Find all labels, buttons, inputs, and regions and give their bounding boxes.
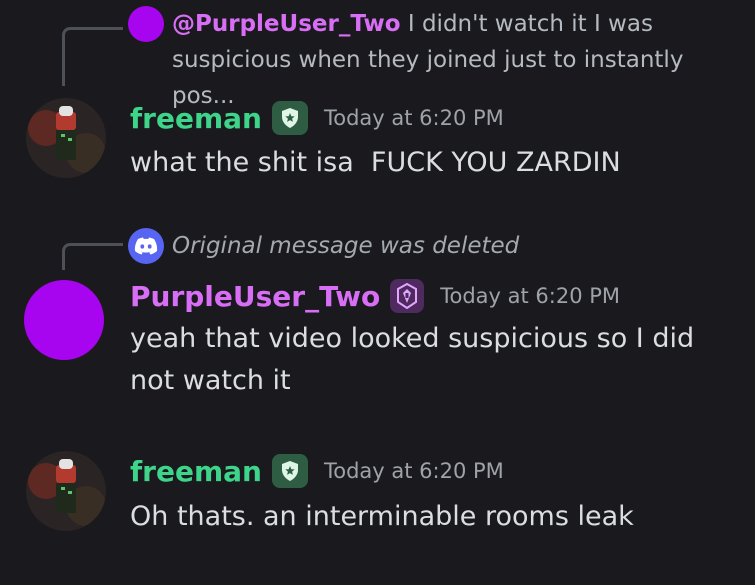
freeman-avatar-image [26,98,106,178]
avatar-freeman[interactable] [26,451,106,531]
timestamp[interactable]: Today at 6:20 PM [440,284,620,308]
discord-logo-icon [128,228,164,264]
avatar-freeman[interactable] [26,98,106,178]
message-header: freeman Today at 6:20 PM [130,98,504,138]
username[interactable]: freeman [130,455,262,488]
crest-icon[interactable] [390,279,425,313]
reply-avatar[interactable] [128,6,164,42]
reply-connector [62,27,123,86]
message-content: what the shit isa FUCK YOU ZARDIN [130,147,621,178]
reply-preview-deleted: Original message was deleted [128,228,519,264]
reply-connector [62,243,123,270]
username[interactable]: PurpleUser_Two [130,280,380,313]
message-content: yeah that video looked suspicious so I d… [130,323,695,396]
shield-star-icon[interactable] [271,454,308,488]
message-content: Oh thats. an interminable rooms leak [130,501,634,532]
reply-username[interactable]: @PurpleUser_Two [172,11,401,37]
freeman-avatar-image [26,451,106,531]
username[interactable]: freeman [130,102,262,135]
shield-star-icon[interactable] [271,101,308,135]
timestamp[interactable]: Today at 6:20 PM [324,459,504,483]
timestamp[interactable]: Today at 6:20 PM [324,106,504,130]
deleted-notice: Original message was deleted [172,233,520,259]
message-header: freeman Today at 6:20 PM [130,451,504,491]
avatar-purpleuser-two[interactable] [24,280,104,360]
message-header: PurpleUser_Two Today at 6:20 PM [130,276,620,316]
